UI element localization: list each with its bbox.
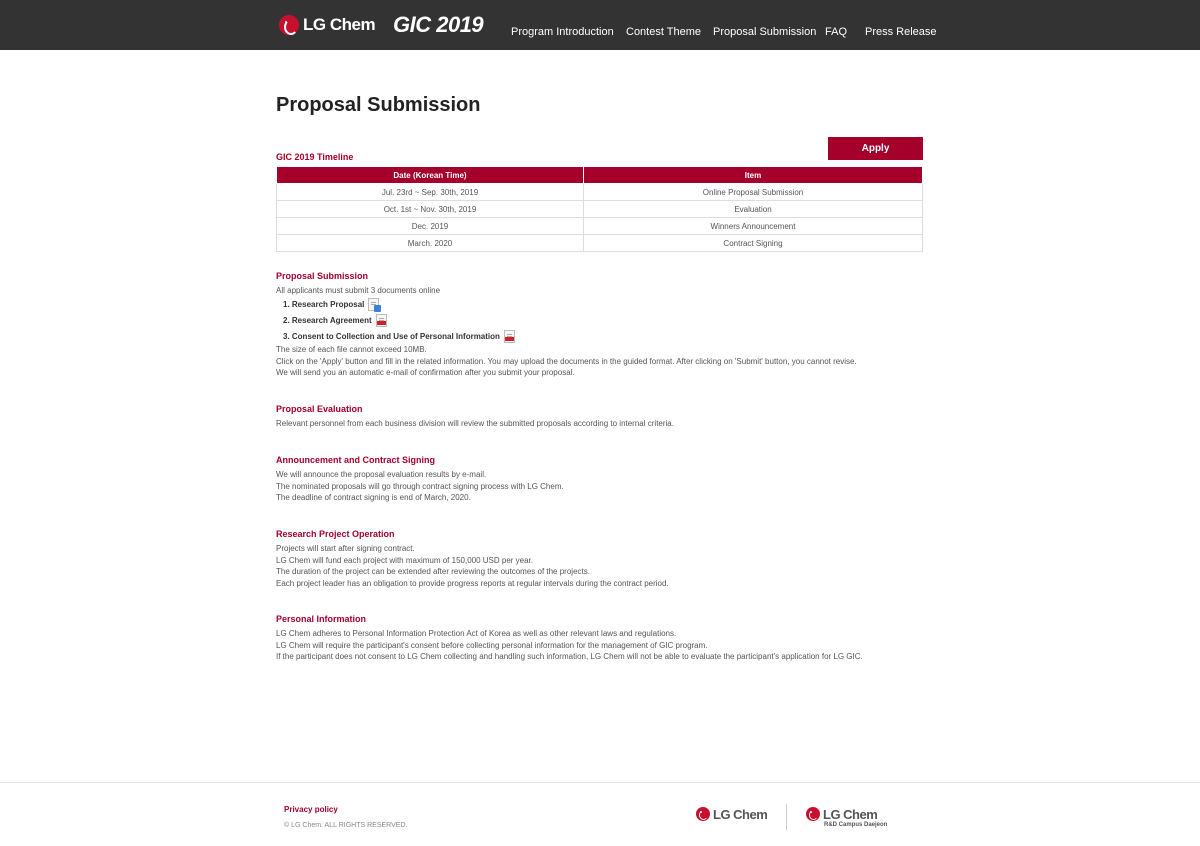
footer-logo-text: LG Chem xyxy=(823,806,878,822)
operation-text: Projects will start after signing contra… xyxy=(276,543,669,589)
main-nav: Program Introduction Contest Theme Propo… xyxy=(0,26,1200,42)
submission-note: Click on the 'Apply' button and fill in … xyxy=(276,356,857,366)
document-label: 2. Research Agreement xyxy=(283,315,372,325)
pdf-document-icon[interactable] xyxy=(375,313,387,327)
table-cell-date: March. 2020 xyxy=(276,234,584,252)
personal-info-section-title: Personal Information xyxy=(276,614,367,624)
table-cell-date: Jul. 23rd ~ Sep. 30th, 2019 xyxy=(276,183,584,201)
document-item-research-agreement: 2. Research Agreement xyxy=(283,313,387,327)
lg-logo-icon xyxy=(696,807,710,821)
announcement-line: We will announce the proposal evaluation… xyxy=(276,470,487,479)
nav-press-release[interactable]: Press Release xyxy=(865,26,937,38)
pdf-document-icon[interactable] xyxy=(503,329,515,343)
announcement-line: The deadline of contract signing is end … xyxy=(276,493,471,503)
nav-proposal-submission[interactable]: Proposal Submission xyxy=(713,26,816,38)
timeline-title: GIC 2019 Timeline xyxy=(276,152,354,162)
submission-intro: All applicants must submit 3 documents o… xyxy=(276,286,441,295)
footer-divider xyxy=(0,782,1200,783)
page-title: Proposal Submission xyxy=(276,94,481,116)
nav-faq[interactable]: FAQ xyxy=(825,26,847,38)
submission-note: The size of each file cannot exceed 10MB… xyxy=(276,345,427,354)
announcement-section-title: Announcement and Contract Signing xyxy=(276,455,435,465)
table-cell-item: Evaluation xyxy=(583,200,923,218)
personal-info-line: LG Chem will require the participant's c… xyxy=(276,640,708,650)
table-cell-item: Contract Signing xyxy=(583,234,923,252)
nav-program-introduction[interactable]: Program Introduction xyxy=(511,26,614,38)
personal-info-text: LG Chem adheres to Personal Information … xyxy=(276,628,863,663)
document-label: 1. Research Proposal xyxy=(283,299,365,309)
personal-info-line: If the participant does not consent to L… xyxy=(276,652,863,662)
announcement-line: The nominated proposals will go through … xyxy=(276,481,564,491)
operation-section-title: Research Project Operation xyxy=(276,529,395,539)
privacy-policy-link[interactable]: Privacy policy xyxy=(284,805,338,814)
footer-logo-divider xyxy=(786,804,787,830)
evaluation-line: Relevant personnel from each business di… xyxy=(276,419,674,428)
column-header-item: Item xyxy=(583,166,923,184)
table-cell-item: Online Proposal Submission xyxy=(583,183,923,201)
footer-logo-text: LG Chem xyxy=(713,806,768,822)
evaluation-section-title: Proposal Evaluation xyxy=(276,404,363,414)
footer-rd-campus-subtitle: R&D Campus Daejeon xyxy=(824,822,888,828)
evaluation-text: Relevant personnel from each business di… xyxy=(276,418,674,430)
table-header-row: Date (Korean Time) Item xyxy=(276,166,923,184)
table-row: March. 2020 Contract Signing xyxy=(276,234,923,252)
table-cell-date: Dec. 2019 xyxy=(276,217,584,235)
column-header-date: Date (Korean Time) xyxy=(276,166,584,184)
table-row: Oct. 1st ~ Nov. 30th, 2019 Evaluation xyxy=(276,200,923,218)
table-cell-item: Winners Announcement xyxy=(583,217,923,235)
lg-logo-icon xyxy=(806,807,820,821)
footer-rd-campus-logo[interactable]: LG Chem xyxy=(806,806,878,822)
copyright-text: © LG Chem. ALL RIGHTS RESERVED. xyxy=(284,822,408,829)
table-cell-date: Oct. 1st ~ Nov. 30th, 2019 xyxy=(276,200,584,218)
nav-contest-theme[interactable]: Contest Theme xyxy=(626,26,701,38)
submission-section-title: Proposal Submission xyxy=(276,271,369,281)
submission-notes: The size of each file cannot exceed 10MB… xyxy=(276,344,857,379)
table-row: Jul. 23rd ~ Sep. 30th, 2019 Online Propo… xyxy=(276,183,923,201)
document-label: 3. Consent to Collection and Use of Pers… xyxy=(283,331,500,341)
operation-line: Projects will start after signing contra… xyxy=(276,544,415,553)
operation-line: LG Chem will fund each project with maxi… xyxy=(276,555,534,565)
footer-lg-chem-logo[interactable]: LG Chem xyxy=(696,806,768,822)
announcement-text: We will announce the proposal evaluation… xyxy=(276,469,564,504)
document-item-research-proposal: 1. Research Proposal xyxy=(283,297,382,312)
apply-button[interactable]: Apply xyxy=(828,137,923,160)
submission-note: We will send you an automatic e-mail of … xyxy=(276,368,575,378)
operation-line: The duration of the project can be exten… xyxy=(276,567,590,577)
operation-line: Each project leader has an obligation to… xyxy=(276,578,669,588)
table-row: Dec. 2019 Winners Announcement xyxy=(276,217,923,235)
personal-info-line: LG Chem adheres to Personal Information … xyxy=(276,629,677,638)
word-document-icon[interactable] xyxy=(368,297,382,312)
document-item-consent: 3. Consent to Collection and Use of Pers… xyxy=(283,329,515,343)
timeline-table: Date (Korean Time) Item Jul. 23rd ~ Sep.… xyxy=(276,166,923,252)
top-header: LG Chem GIC 2019 Program Introduction Co… xyxy=(0,0,1200,50)
